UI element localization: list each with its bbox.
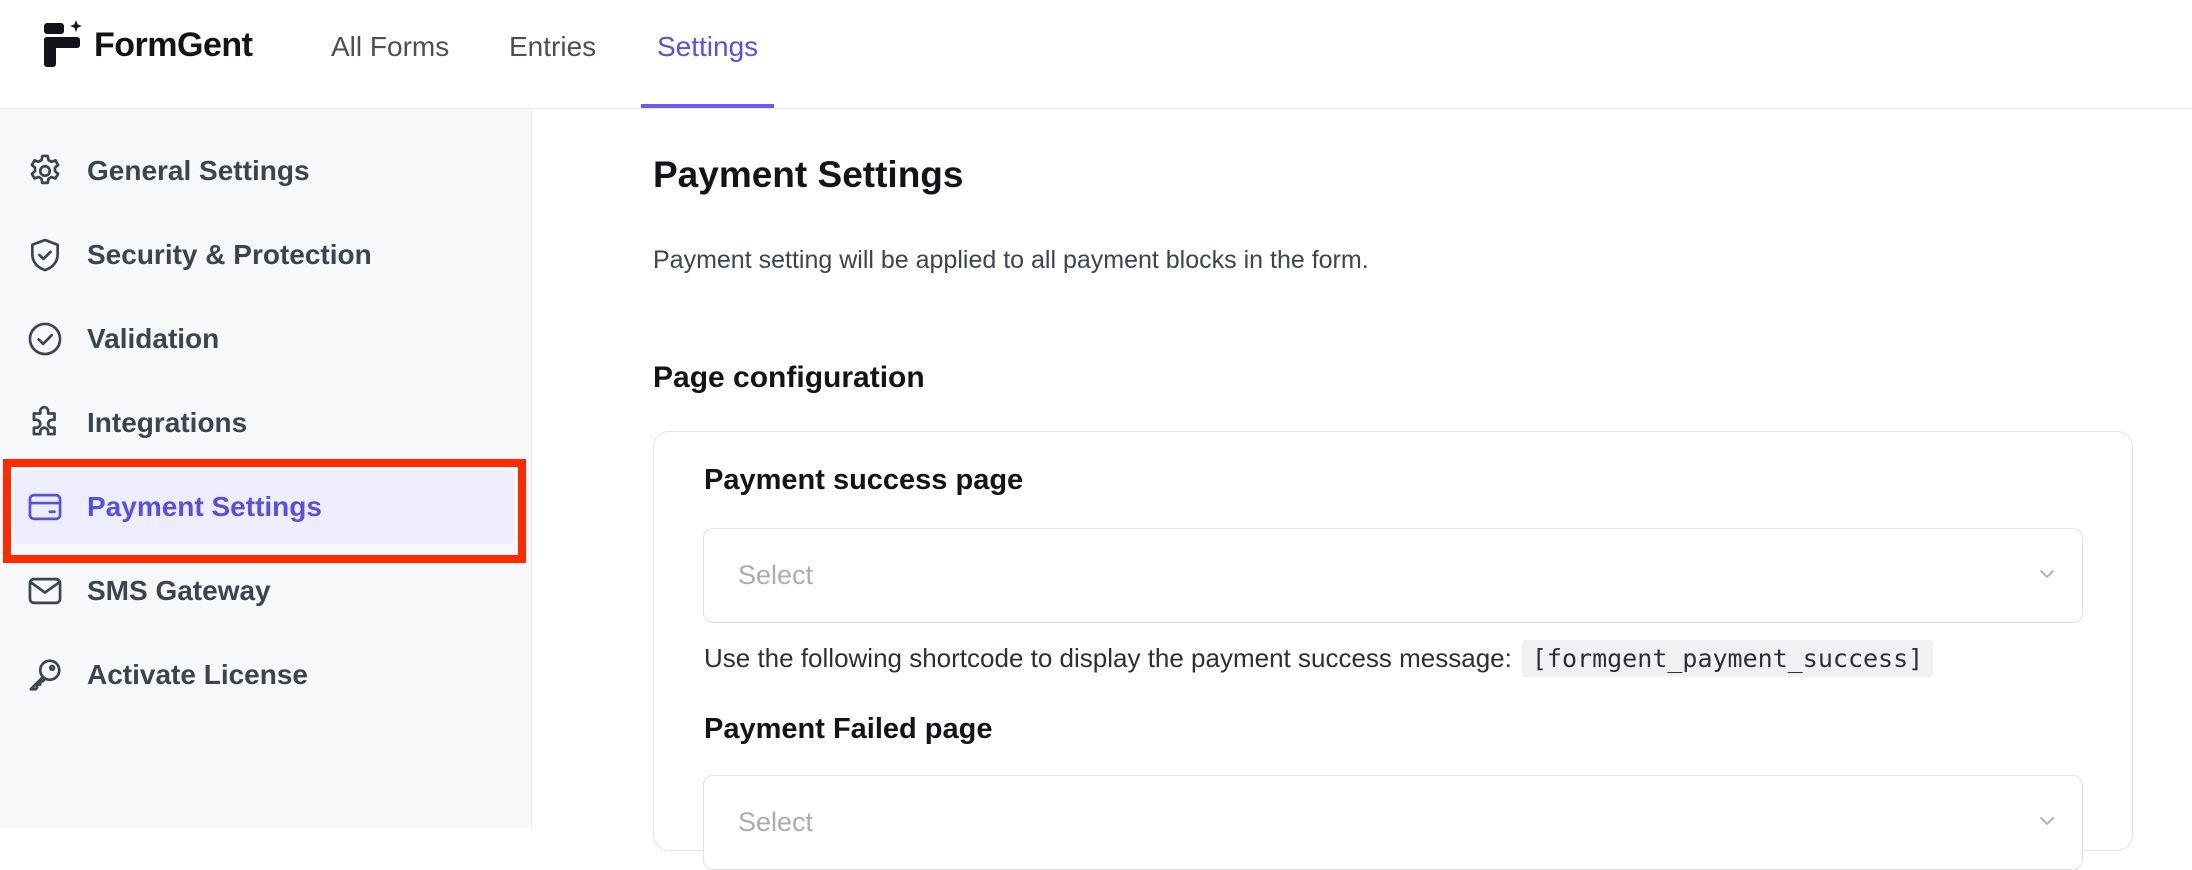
page-title: Payment Settings	[653, 154, 964, 195]
payment-failed-label: Payment Failed page	[704, 713, 993, 745]
sidebar-item-label: Security & Protection	[87, 239, 372, 270]
select-placeholder: Select	[738, 560, 814, 590]
top-navbar: FormGent All Forms Entries Settings	[0, 0, 2192, 109]
section-title: Page configuration	[653, 361, 925, 394]
sidebar-item-security[interactable]: Security & Protection	[14, 218, 514, 292]
sidebar-item-label: Validation	[87, 323, 220, 354]
sidebar-item-label: SMS Gateway	[87, 575, 271, 606]
sidebar-item-integrations[interactable]: Integrations	[14, 386, 514, 460]
page-configuration-card: Payment success page Select Use the foll…	[653, 431, 2133, 870]
select-placeholder: Select	[738, 807, 814, 837]
help-text: Use the following shortcode to display t…	[704, 643, 1512, 673]
chevron-down-icon	[2040, 570, 2054, 578]
sidebar-item-activate-license[interactable]: Activate License	[14, 638, 514, 712]
payment-success-label: Payment success page	[704, 464, 1024, 496]
sidebar-item-sms-gateway[interactable]: SMS Gateway	[14, 554, 514, 628]
tab-entries[interactable]: Entries	[509, 0, 596, 107]
sidebar-item-general-settings[interactable]: General Settings	[14, 134, 514, 208]
check-circle-icon	[26, 320, 64, 358]
mail-icon	[26, 572, 64, 610]
sidebar-item-payment-settings[interactable]: Payment Settings	[14, 470, 514, 544]
credit-card-icon	[26, 488, 64, 526]
page-description: Payment setting will be applied to all p…	[653, 246, 1369, 274]
sidebar-item-label: Integrations	[87, 407, 248, 438]
brand-name: FormGent	[94, 25, 253, 64]
payment-failed-select[interactable]: Select	[703, 775, 2083, 870]
sidebar-item-validation[interactable]: Validation	[14, 302, 514, 376]
sidebar-item-label: Payment Settings	[87, 491, 322, 522]
gear-icon	[26, 152, 64, 190]
brand-logo[interactable]: FormGent	[42, 20, 253, 70]
formgent-logo-icon	[44, 20, 82, 67]
tab-settings[interactable]: Settings	[640, 0, 775, 108]
sidebar-item-label: Activate License	[87, 659, 308, 690]
key-icon	[26, 656, 64, 694]
shortcode-help: Use the following shortcode to display t…	[704, 640, 1934, 677]
settings-sidebar: General Settings Security & Protection V…	[0, 109, 532, 828]
sidebar-item-label: General Settings	[87, 155, 310, 186]
tab-all-forms[interactable]: All Forms	[331, 0, 449, 107]
payment-success-select[interactable]: Select	[703, 528, 2083, 623]
puzzle-icon	[26, 404, 64, 442]
main-content: Payment Settings Payment setting will be…	[533, 109, 2192, 870]
shortcode: [formgent_payment_success]	[1521, 640, 1934, 677]
chevron-down-icon	[2040, 817, 2054, 825]
shield-icon	[26, 236, 64, 274]
